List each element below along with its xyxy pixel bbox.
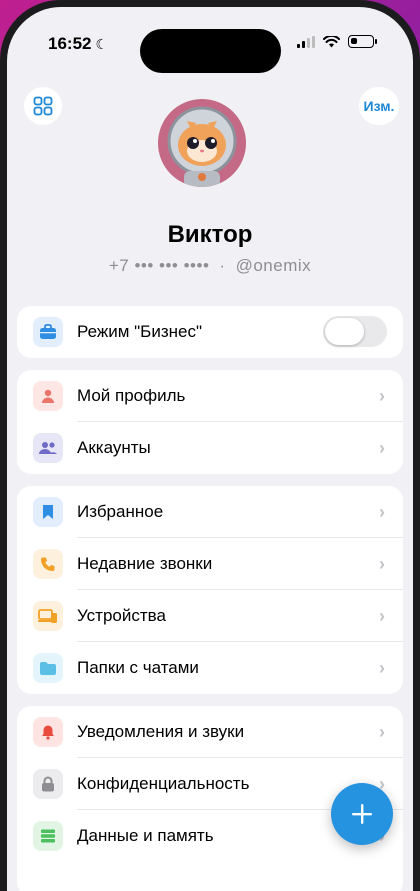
moon-icon: ☾ xyxy=(95,35,109,52)
profile-name: Виктор xyxy=(167,221,253,248)
menu-row-devices[interactable]: Устройства › xyxy=(17,590,403,642)
grid-icon xyxy=(33,96,53,116)
signal-icon xyxy=(297,35,315,48)
business-card: Режим "Бизнес" xyxy=(17,306,403,358)
menu-label: Устройства xyxy=(77,606,166,625)
time-text: 16:52 xyxy=(48,34,92,53)
main-menu-card: Избранное › Недавние звонки › Устройства… xyxy=(17,486,403,694)
plus-icon xyxy=(352,804,372,824)
menu-label: Недавние звонки xyxy=(77,554,213,573)
menu-row-recent-calls[interactable]: Недавние звонки › xyxy=(17,538,403,590)
chevron-right-icon: › xyxy=(379,721,385,742)
menu-label: Уведомления и звуки xyxy=(77,722,245,741)
chevron-right-icon: › xyxy=(379,553,385,574)
chevron-right-icon: › xyxy=(379,437,385,458)
toggle-knob xyxy=(325,318,364,345)
screen: 16:52 ☾ Изм. Виктор +7 ••• ••• •••• · @o… xyxy=(7,7,413,891)
menu-row-my-profile[interactable]: Мой профиль › xyxy=(17,370,403,422)
qr-grid-button[interactable] xyxy=(24,87,62,125)
wifi-icon xyxy=(323,35,340,47)
phone-frame: 16:52 ☾ Изм. Виктор +7 ••• ••• •••• · @o… xyxy=(0,0,420,891)
menu-row-chat-folders[interactable]: Папки с чатами › xyxy=(17,642,403,694)
status-bar: 16:52 ☾ xyxy=(7,7,413,73)
menu-label: Папки с чатами xyxy=(77,658,199,677)
lock-icon xyxy=(33,769,63,799)
person-icon xyxy=(33,381,63,411)
menu-row-accounts[interactable]: Аккаунты › xyxy=(17,422,403,474)
bell-icon xyxy=(33,717,63,747)
profile-username[interactable]: @onemix xyxy=(236,256,312,275)
menu-row-notifications[interactable]: Уведомления и звуки › xyxy=(17,706,403,758)
storage-icon xyxy=(33,821,63,851)
devices-icon xyxy=(33,601,63,631)
profile-accounts-card: Мой профиль › Аккаунты › xyxy=(17,370,403,474)
status-time: 16:52 ☾ xyxy=(48,34,108,54)
menu-label: Конфиденциальность xyxy=(77,774,250,793)
compose-fab-button[interactable] xyxy=(331,783,393,845)
astronaut-cat-avatar-image xyxy=(158,99,246,187)
business-mode-toggle[interactable] xyxy=(323,316,387,347)
menu-label: Мой профиль xyxy=(77,386,186,405)
menu-label: Избранное xyxy=(77,502,164,521)
menu-label: Данные и память xyxy=(77,826,214,845)
bookmark-icon xyxy=(33,497,63,527)
chevron-right-icon: › xyxy=(379,605,385,626)
subtitle-separator: · xyxy=(219,256,226,275)
business-mode-label: Режим "Бизнес" xyxy=(77,322,202,341)
profile-phone: +7 ••• ••• •••• xyxy=(108,256,210,275)
chevron-right-icon: › xyxy=(379,657,385,678)
chevron-right-icon: › xyxy=(379,385,385,406)
status-indicators xyxy=(297,35,377,48)
edit-button[interactable]: Изм. xyxy=(359,87,399,125)
chevron-right-icon: › xyxy=(379,501,385,522)
profile-subtitle: +7 ••• ••• •••• · @onemix xyxy=(7,256,413,276)
accounts-icon xyxy=(33,433,63,463)
business-mode-row[interactable]: Режим "Бизнес" xyxy=(17,306,403,358)
battery-icon xyxy=(348,35,377,48)
menu-row-favorites[interactable]: Избранное › xyxy=(17,486,403,538)
briefcase-icon xyxy=(33,317,63,347)
menu-label: Аккаунты xyxy=(77,438,151,457)
avatar[interactable] xyxy=(158,99,246,187)
phone-icon xyxy=(33,549,63,579)
folder-icon xyxy=(33,653,63,683)
dynamic-island xyxy=(140,29,281,73)
